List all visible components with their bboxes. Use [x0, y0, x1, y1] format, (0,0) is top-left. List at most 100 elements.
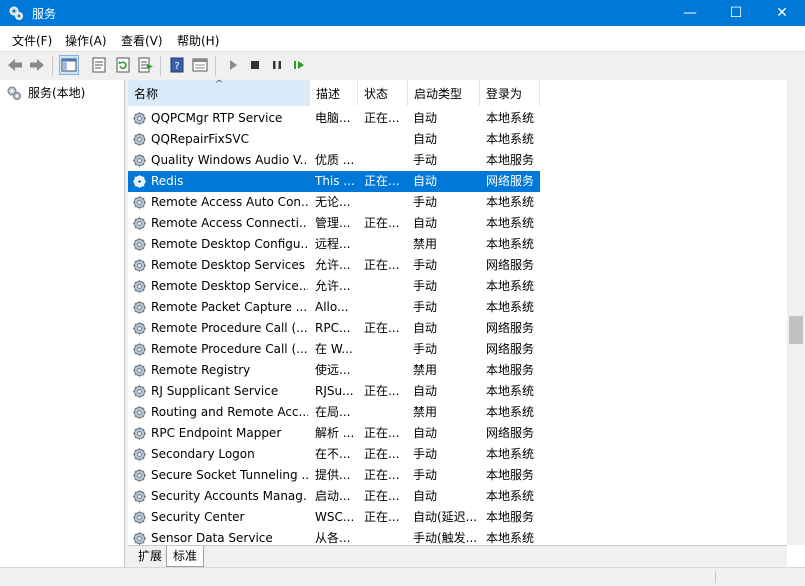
- service-name: QQPCMgr RTP Service: [151, 111, 283, 125]
- service-logon-as: 本地系统: [486, 384, 535, 398]
- service-row[interactable]: Quality Windows Audio V... 优质 ... 手动 本地服务: [128, 150, 540, 171]
- service-row[interactable]: Remote Procedure Call (... 在 W... 手动 网络服务: [128, 339, 540, 360]
- service-status: 正在...: [364, 510, 400, 524]
- service-description: This ...: [315, 174, 355, 188]
- column-header-name[interactable]: ^ 名称: [128, 79, 310, 106]
- service-status: 正在...: [364, 489, 400, 503]
- service-status: [364, 339, 404, 360]
- service-gear-icon: [132, 321, 147, 336]
- service-logon-as: 网络服务: [486, 174, 535, 188]
- service-row[interactable]: Remote Access Connecti... 管理... 正在... 自动 本地系…: [128, 213, 540, 234]
- service-gear-icon: [132, 405, 147, 420]
- service-row[interactable]: Security Accounts Manag... 启动... 正在... 自动 本地…: [128, 486, 540, 507]
- maximize-button[interactable]: ☐: [713, 0, 759, 26]
- service-startup-type: 禁用: [413, 363, 438, 377]
- service-row[interactable]: Remote Packet Capture ... Allo... 手动 本地系统: [128, 297, 540, 318]
- service-name: Security Accounts Manag...: [151, 489, 308, 503]
- console-tree-icon[interactable]: [59, 55, 79, 75]
- service-row[interactable]: Secure Socket Tunneling ... 提供... 正在... 手动 本…: [128, 465, 540, 486]
- service-name: RPC Endpoint Mapper: [151, 426, 282, 440]
- service-row[interactable]: RPC Endpoint Mapper 解析 ... 正在... 自动 网络服务: [128, 423, 540, 444]
- menu-help[interactable]: 帮助(H): [177, 32, 219, 49]
- service-description: 在局...: [315, 405, 351, 419]
- minimize-icon: —: [683, 5, 697, 21]
- minimize-button[interactable]: —: [667, 0, 713, 26]
- column-header-label: 描述: [316, 87, 341, 101]
- service-logon-as: 网络服务: [486, 426, 535, 440]
- service-row[interactable]: QQRepairFixSVC 自动 本地系统: [128, 129, 540, 150]
- service-row[interactable]: Remote Procedure Call (... RPC... 正在... 自动 网…: [128, 318, 540, 339]
- service-row[interactable]: Remote Desktop Configu... 远程... 禁用 本地系统: [128, 234, 540, 255]
- menu-bar: 文件(F) 操作(A) 查看(V) 帮助(H): [0, 26, 805, 51]
- service-gear-icon: [132, 510, 147, 525]
- view-tabs: 扩展 标准: [128, 545, 787, 568]
- service-row[interactable]: Remote Access Auto Con... 无论... 手动 本地系统: [128, 192, 540, 213]
- pause-service-icon[interactable]: [268, 56, 286, 74]
- services-list: QQPCMgr RTP Service 电脑... 正在... 自动 本地系统 QQRep…: [128, 108, 788, 545]
- service-status: 正在...: [364, 174, 400, 188]
- service-logon-as: 本地系统: [486, 300, 535, 314]
- resume-service-icon[interactable]: [290, 56, 308, 74]
- scrollbar-thumb[interactable]: [789, 316, 803, 344]
- export-list-icon[interactable]: [137, 56, 155, 74]
- service-logon-as: 本地系统: [486, 195, 535, 209]
- services-gears-icon: [9, 6, 23, 20]
- service-gear-icon: [132, 279, 147, 294]
- service-name: Remote Access Connecti...: [151, 216, 308, 230]
- service-description: 管理...: [315, 216, 351, 230]
- service-row[interactable]: Secondary Logon 在不... 正在... 手动 本地系统: [128, 444, 540, 465]
- vertical-scrollbar[interactable]: [787, 80, 805, 545]
- service-row[interactable]: Redis This ... 正在... 自动 网络服务: [128, 171, 540, 192]
- service-row[interactable]: Remote Desktop Services 允许... 正在... 手动 网络服务: [128, 255, 540, 276]
- column-header-startup-type[interactable]: 启动类型: [408, 80, 480, 106]
- service-gear-icon: [132, 426, 147, 441]
- menu-action[interactable]: 操作(A): [65, 32, 107, 49]
- service-name: Remote Desktop Configu...: [151, 237, 308, 251]
- service-status: 正在...: [364, 447, 400, 461]
- mmc-view-icon[interactable]: [191, 56, 209, 74]
- tab-standard[interactable]: 标准: [166, 546, 205, 567]
- service-row[interactable]: Sensor Data Service 从各... 手动(触发... 本地系统: [128, 528, 540, 545]
- service-name: Quality Windows Audio V...: [151, 153, 308, 167]
- service-logon-as: 本地系统: [486, 279, 535, 293]
- service-startup-type: 自动: [413, 111, 438, 125]
- service-startup-type: 手动: [413, 342, 438, 356]
- service-row[interactable]: Remote Registry 使远... 禁用 本地服务: [128, 360, 540, 381]
- service-description: 电脑...: [315, 111, 351, 125]
- service-gear-icon: [132, 237, 147, 252]
- back-icon[interactable]: [6, 56, 24, 74]
- service-status: [364, 129, 404, 150]
- start-service-icon[interactable]: [224, 56, 242, 74]
- service-startup-type: 手动(触发...: [413, 531, 478, 545]
- close-button[interactable]: ✕: [759, 0, 805, 26]
- menu-view[interactable]: 查看(V): [121, 32, 163, 49]
- service-row[interactable]: QQPCMgr RTP Service 电脑... 正在... 自动 本地系统: [128, 108, 540, 129]
- service-name: Secondary Logon: [151, 447, 255, 461]
- status-bar-divider: [715, 571, 716, 583]
- service-startup-type: 自动: [413, 384, 438, 398]
- column-header-label: 登录为: [486, 87, 523, 101]
- service-logon-as: 本地服务: [486, 363, 535, 377]
- help-icon[interactable]: ?: [168, 56, 186, 74]
- service-name: Remote Registry: [151, 363, 251, 377]
- service-row[interactable]: RJ Supplicant Service RJSu... 正在... 自动 本地系统: [128, 381, 540, 402]
- properties-icon[interactable]: [90, 56, 108, 74]
- refresh-icon[interactable]: [114, 56, 132, 74]
- tab-extended[interactable]: 扩展: [132, 546, 168, 566]
- service-logon-as: 本地系统: [486, 216, 535, 230]
- service-row[interactable]: Remote Desktop Service... 允许... 手动 本地系统: [128, 276, 540, 297]
- service-row[interactable]: Routing and Remote Acc... 在局... 禁用 本地系统: [128, 402, 540, 423]
- service-row[interactable]: Security Center WSC... 正在... 自动(延迟... 本地服务: [128, 507, 540, 528]
- status-bar: [0, 567, 805, 586]
- service-description: 远程...: [315, 237, 351, 251]
- service-status: 正在...: [364, 426, 400, 440]
- column-header-description[interactable]: 描述: [310, 80, 358, 106]
- stop-service-icon[interactable]: [246, 56, 264, 74]
- column-header-logon-as[interactable]: 登录为: [480, 80, 540, 106]
- column-header-status[interactable]: 状态: [358, 80, 408, 106]
- forward-icon[interactable]: [28, 56, 46, 74]
- service-status: [364, 276, 404, 297]
- service-startup-type: 自动: [413, 132, 438, 146]
- menu-file[interactable]: 文件(F): [12, 32, 52, 49]
- service-startup-type: 手动: [413, 279, 438, 293]
